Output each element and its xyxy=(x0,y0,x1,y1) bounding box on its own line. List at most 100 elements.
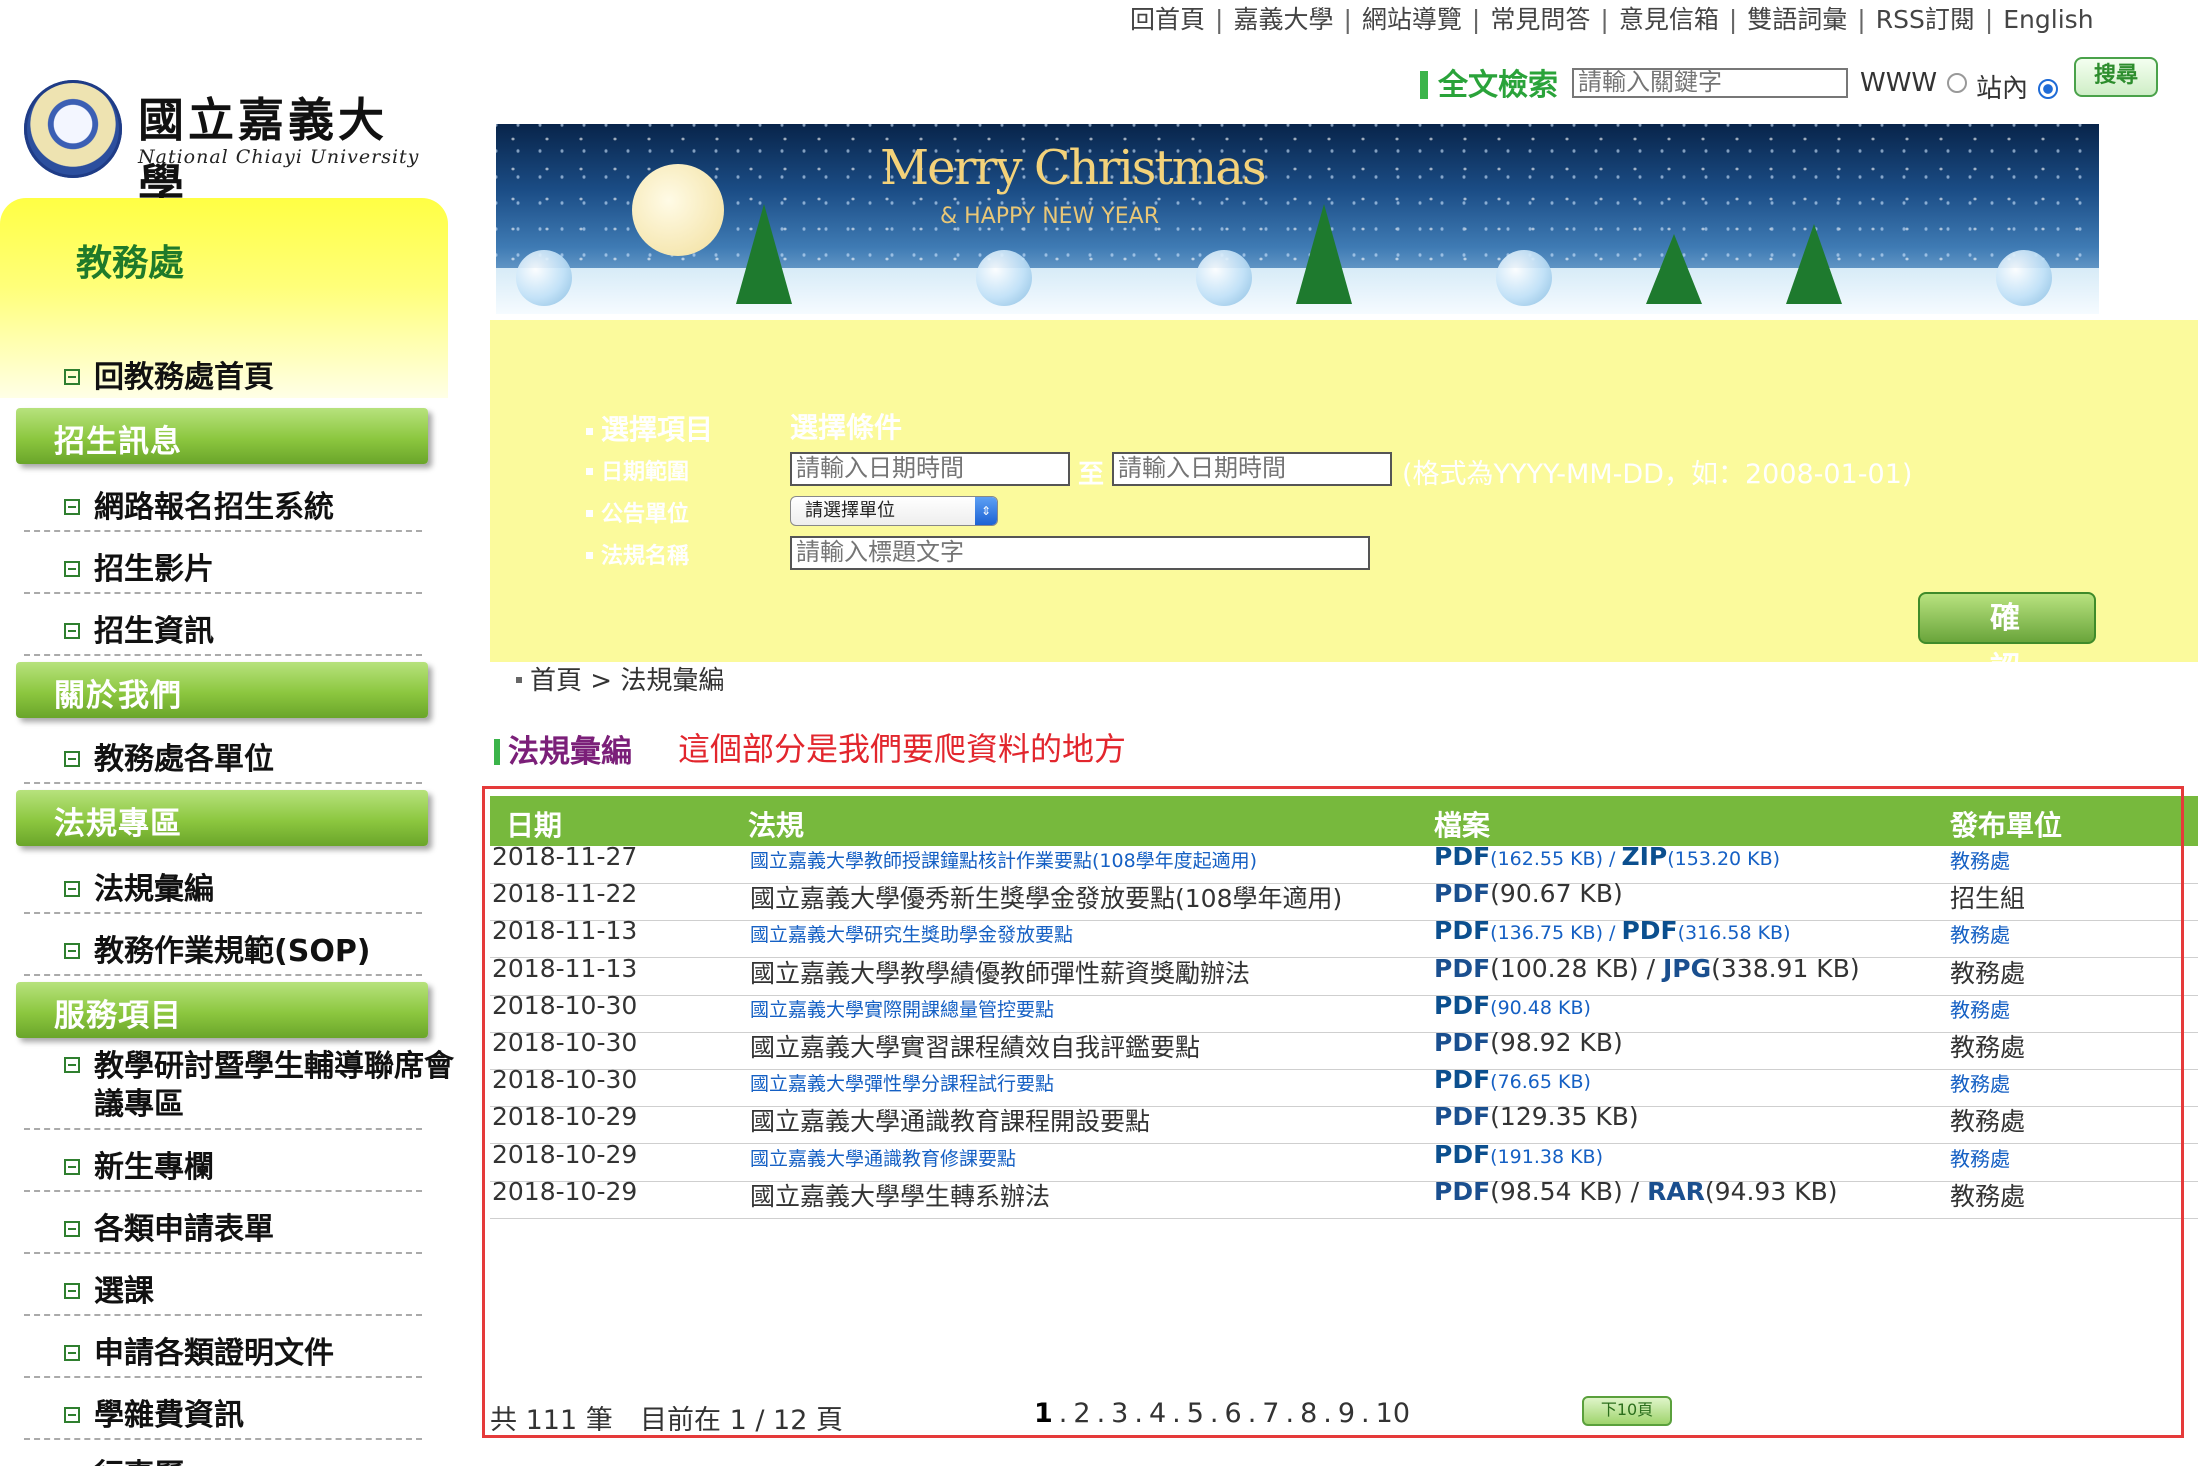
page-separator: . xyxy=(1247,1398,1257,1429)
title-input[interactable] xyxy=(790,536,1370,570)
page-separator: . xyxy=(1323,1398,1332,1429)
nav-separator: | xyxy=(1857,5,1866,34)
bullet-icon xyxy=(64,751,80,767)
sidebar-title: 教務處 xyxy=(76,243,185,284)
divider xyxy=(24,1128,422,1130)
scope-site-option[interactable]: 站內 xyxy=(1976,68,2059,105)
sidebar-category-label: 法規專區 xyxy=(54,806,182,842)
page-link[interactable]: 4 xyxy=(1149,1398,1166,1429)
sidebar-item[interactable]: 申請各類證明文件 xyxy=(64,1328,334,1372)
divider xyxy=(24,1376,422,1378)
university-logo[interactable]: 國立嘉義大學 National Chiayi University xyxy=(24,76,434,213)
sidebar-category: 關於我們 xyxy=(16,662,428,718)
unit-select[interactable]: 請選擇單位 ⇕ xyxy=(790,496,998,526)
annotation-note: 這個部分是我們要爬資料的地方 xyxy=(678,730,1127,768)
snow-globe-decoration xyxy=(976,250,1032,306)
top-nav-link[interactable]: English xyxy=(2003,5,2093,34)
bullet-icon xyxy=(64,943,80,959)
sidebar-item[interactable]: 選課 xyxy=(64,1266,154,1310)
sidebar-item-label: 招生影片 xyxy=(94,552,214,587)
divider xyxy=(24,654,422,656)
page-link[interactable]: 7 xyxy=(1262,1398,1279,1429)
top-nav-link[interactable]: 意見信箱 xyxy=(1619,5,1719,34)
scope-www-radio[interactable] xyxy=(1947,73,1968,93)
tree-decoration xyxy=(736,204,792,304)
bullet-icon xyxy=(64,1057,80,1073)
date-to-input[interactable] xyxy=(1112,452,1392,486)
bullet-icon xyxy=(64,1345,80,1361)
top-nav-link[interactable]: RSS訂閱 xyxy=(1876,5,1975,34)
sidebar: 教務處 回教務處首頁 招生訊息 網路報名招生系統 招生影片 招生資訊 關於我們 … xyxy=(0,198,454,1466)
page-link[interactable]: 6 xyxy=(1225,1398,1242,1429)
top-nav-link[interactable]: 嘉義大學 xyxy=(1233,5,1333,34)
sidebar-item[interactable]: 行事曆 xyxy=(64,1450,184,1466)
sidebar-item[interactable]: 教務作業規範(SOP) xyxy=(64,926,371,970)
page-link[interactable]: 3 xyxy=(1111,1398,1128,1429)
date-from-input[interactable] xyxy=(790,452,1070,486)
page-separator: . xyxy=(1172,1398,1181,1429)
bullet-icon xyxy=(64,369,80,385)
divider xyxy=(24,1438,422,1440)
sidebar-item[interactable]: 教務處各單位 xyxy=(64,734,274,778)
sidebar-item[interactable]: 新生專欄 xyxy=(64,1142,214,1186)
snow-globe-decoration xyxy=(1196,250,1252,306)
nav-separator: | xyxy=(1215,5,1224,34)
page-link[interactable]: 8 xyxy=(1300,1398,1317,1429)
confirm-button[interactable]: 確認 xyxy=(1918,592,2096,686)
sidebar-item[interactable]: 各類申請表單 xyxy=(64,1204,274,1248)
top-nav-link[interactable]: 雙語詞彙 xyxy=(1747,5,1847,34)
sidebar-category-label: 招生訊息 xyxy=(54,424,182,460)
page-link[interactable]: 10 xyxy=(1376,1398,1410,1429)
page-link[interactable]: 5 xyxy=(1187,1398,1204,1429)
filter-head-condition: 選擇條件 xyxy=(790,411,903,444)
sidebar-item-home[interactable]: 回教務處首頁 xyxy=(64,352,274,396)
unit-select-value: 請選擇單位 xyxy=(805,500,895,521)
scope-site-radio[interactable] xyxy=(2038,79,2059,99)
scope-www-option[interactable]: WWW xyxy=(1860,68,1968,98)
page-separator: . xyxy=(1285,1398,1295,1429)
nav-separator: | xyxy=(1471,5,1481,34)
sidebar-item[interactable]: 招生影片 xyxy=(64,544,214,588)
top-nav-link[interactable]: 回首頁 xyxy=(1130,5,1205,34)
page-link[interactable]: 2 xyxy=(1073,1398,1090,1429)
select-arrows-icon: ⇕ xyxy=(975,497,997,525)
next-10-pages-button[interactable]: 下10頁 xyxy=(1582,1396,1672,1426)
divider xyxy=(24,592,422,594)
top-nav-link[interactable]: 常見問答 xyxy=(1490,5,1590,34)
regulation-name-label: 法規名稱 xyxy=(586,538,689,570)
sidebar-category-label: 服務項目 xyxy=(54,998,182,1034)
sidebar-item-label: 選課 xyxy=(94,1274,154,1309)
logo-english-name: National Chiayi University xyxy=(138,146,420,168)
snow-globe-decoration xyxy=(516,250,572,306)
bullet-icon xyxy=(64,499,80,515)
top-nav-link[interactable]: 網站導覽 xyxy=(1362,5,1462,34)
sidebar-item-label: 法規彙編 xyxy=(94,872,214,907)
divider xyxy=(24,530,422,532)
search-button[interactable]: 搜尋 xyxy=(2074,57,2158,97)
sidebar-item-label: 回教務處首頁 xyxy=(94,360,274,395)
sidebar-category-label: 關於我們 xyxy=(54,678,182,714)
date-format-hint: (格式為YYYY-MM-DD，如：2008-01-01) xyxy=(1402,459,1913,490)
breadcrumb: 首頁 > 法規彙編 xyxy=(516,660,724,697)
page-link[interactable]: 1 xyxy=(1034,1398,1053,1429)
sidebar-item-label: 教學研討暨學生輔導聯席會議專區 xyxy=(94,1049,454,1122)
sidebar-item[interactable]: 學雜費資訊 xyxy=(64,1390,244,1434)
highlight-box xyxy=(482,786,2184,1438)
search-input[interactable] xyxy=(1572,68,1848,98)
sidebar-item-label: 招生資訊 xyxy=(94,614,214,649)
total-count: 共 111 筆 xyxy=(490,1405,613,1436)
page-title: 法規彙編 xyxy=(494,726,632,771)
page-separator: . xyxy=(1134,1398,1143,1429)
sidebar-item[interactable]: 教學研討暨學生輔導聯席會議專區 xyxy=(64,1048,464,1124)
sidebar-item[interactable]: 法規彙編 xyxy=(64,864,214,908)
sidebar-item[interactable]: 招生資訊 xyxy=(64,606,214,650)
nav-separator: | xyxy=(1600,5,1609,34)
bullet-icon xyxy=(64,1159,80,1175)
sidebar-item-label: 新生專欄 xyxy=(94,1150,214,1185)
sidebar-item[interactable]: 網路報名招生系統 xyxy=(64,482,334,526)
divider xyxy=(24,912,422,914)
top-nav: 回首頁 | 嘉義大學 | 網站導覽 | 常見問答 | 意見信箱 | 雙語詞彙 | RSS訂閱 | Engli… xyxy=(1130,0,2094,34)
sidebar-item-label: 各類申請表單 xyxy=(94,1212,274,1247)
page-link[interactable]: 9 xyxy=(1338,1398,1355,1429)
page-separator: . xyxy=(1209,1398,1219,1429)
